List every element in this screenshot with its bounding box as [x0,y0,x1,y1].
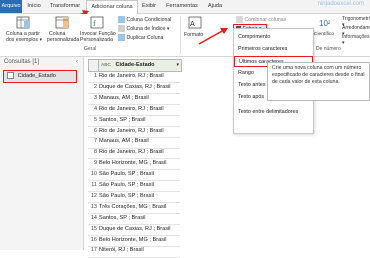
row-number: 16 [90,236,97,243]
scientific-label: Científico [314,32,334,37]
row-number: 9 [93,160,97,167]
merge-columns-label: Combinar colunas [244,16,287,23]
tab-ferramentas[interactable]: Ferramentas [163,0,201,13]
cell-cidade-estado[interactable]: Manaus, AM ; Brasil [99,95,179,101]
annotation-arrow-icon [198,28,228,45]
invoke-function-button[interactable]: f Invocar Função Personalizada [80,15,116,47]
cell-cidade-estado[interactable]: Belo Horizonte, MG ; Brasil [99,237,179,243]
col-from-examples-button[interactable]: Coluna a partir dos exemplos ▾ [6,15,42,47]
svg-text:10²: 10² [319,19,330,28]
tab-inicio[interactable]: Início [25,0,43,13]
row-number: 6 [93,127,97,134]
column-header-label: Cidade-Estado [115,62,155,68]
cell-cidade-estado[interactable]: Santos, SP ; Brasil [99,215,179,221]
table-examples-icon [16,16,30,29]
extract-menu-item[interactable]: Texto entre delimitadores [234,107,313,118]
cell-cidade-estado[interactable]: São Paulo, SP ; Brasil [99,171,179,177]
cell-cidade-estado[interactable]: São Paulo, SP ; Brasil [99,182,179,188]
row-number: 13 [90,203,97,210]
row-number: 10 [90,171,97,178]
conditional-column-button[interactable]: Coluna Condicional [118,16,171,23]
scientific-icon: 10² [319,19,330,28]
cell-cidade-estado[interactable]: Três Corações, MG ; Brasil [99,204,179,210]
query-item-cidade-estado[interactable]: Cidade_Estado [3,70,77,83]
cell-cidade-estado[interactable]: Duque de Caxias, RJ ; Brasil [99,226,179,232]
index-column-button[interactable]: Coluna de Índice ▾ [118,25,169,32]
cell-cidade-estado[interactable]: São Paulo, SP ; Brasil [99,193,179,199]
row-number: 11 [91,182,97,188]
tooltip-text: Crie uma nova coluna com um número espec… [272,65,365,85]
ribbon-tab-bar: Arquivo Início Transformar Adicionar col… [0,0,370,14]
function-icon: f [90,16,104,29]
row-number: 1 [93,73,97,79]
row-number: 2 [93,83,97,90]
row-number: 15 [90,225,97,232]
queries-pane [0,57,84,250]
row-number: 5 [93,116,97,123]
cell-cidade-estado[interactable]: Niterói, RJ ; Brasil [99,247,179,253]
merge-columns-icon [236,16,243,23]
info-button[interactable]: Informações ▾ [342,34,370,46]
tab-exibir[interactable]: Exibir [140,0,158,13]
table-icon [7,72,14,80]
tab-ajuda[interactable]: Ajuda [205,0,225,13]
group-label-general: Geral [84,46,97,52]
row-number: 12 [90,192,97,199]
tab-adicionar-coluna[interactable]: Adicionar coluna [86,0,138,14]
table-row[interactable]: 17 Niterói, RJ ; Brasil [88,245,180,258]
cell-cidade-estado[interactable]: Rio de Janeiro, RJ ; Brasil [99,128,179,134]
cell-cidade-estado[interactable]: Belo Horizonte, MG ; Brasil [99,160,179,166]
cell-cidade-estado[interactable]: Santos, SP ; Brasil [99,117,179,123]
custom-column-label2: personalizada [47,37,80,43]
row-number: 14 [90,214,97,221]
row-number: 3 [93,94,97,101]
invoke-function-label2: Personalizada [80,37,113,43]
tooltip: Crie uma nova coluna com um número espec… [267,62,370,101]
cell-cidade-estado[interactable]: Rio de Janeiro, RJ ; Brasil [99,106,179,112]
type-abc-icon[interactable]: ABC [101,63,111,68]
row-number: 8 [93,149,97,156]
index-column-icon [118,25,125,32]
filter-dropdown-icon[interactable]: ▾ [176,60,179,71]
merge-columns-button[interactable]: Combinar colunas [236,16,286,23]
extract-menu-item[interactable]: Primeiros caracteres [234,44,313,55]
row-number: 7 [93,138,97,145]
svg-text:A: A [190,21,195,28]
tab-arquivo[interactable]: Arquivo [0,0,22,13]
info-label: Informações ▾ [342,34,370,46]
cell-cidade-estado[interactable]: Duque de Caxias, RJ ; Brasil [99,84,179,90]
row-number: 17 [90,247,97,254]
group-label-number: De número [316,46,341,52]
conditional-column-label: Coluna Condicional [126,16,172,23]
cell-cidade-estado[interactable]: Rio de Janeiro, RJ ; Brasil [99,73,179,79]
index-column-label: Coluna de Índice ▾ [126,25,170,32]
col-from-examples-label2: dos exemplos ▾ [6,37,43,43]
custom-column-icon [55,16,69,29]
extract-menu-item[interactable]: Comprimento [234,32,313,43]
query-item-label: Cidade_Estado [17,73,56,79]
cell-cidade-estado[interactable]: Rio de Janeiro, RJ ; Brasil [99,149,179,155]
cell-cidade-estado[interactable]: Manaus, AM ; Brasil [99,138,179,144]
queries-title: Consultas [1] [4,59,40,65]
ribbon-separator [180,16,181,54]
duplicate-column-button[interactable]: Duplicar Coluna [118,34,163,41]
duplicate-column-label: Duplicar Coluna [126,34,164,41]
svg-text:f: f [93,19,96,28]
collapse-chevron-icon[interactable]: ‹ [76,59,78,65]
conditional-column-icon [118,16,125,23]
scientific-button[interactable]: 10² Científico [314,16,334,46]
watermark: ninjadoexcel.com [317,1,364,7]
duplicate-column-icon [118,34,125,41]
row-number: 4 [93,105,97,112]
custom-column-button[interactable]: Coluna personalizada [47,15,80,47]
